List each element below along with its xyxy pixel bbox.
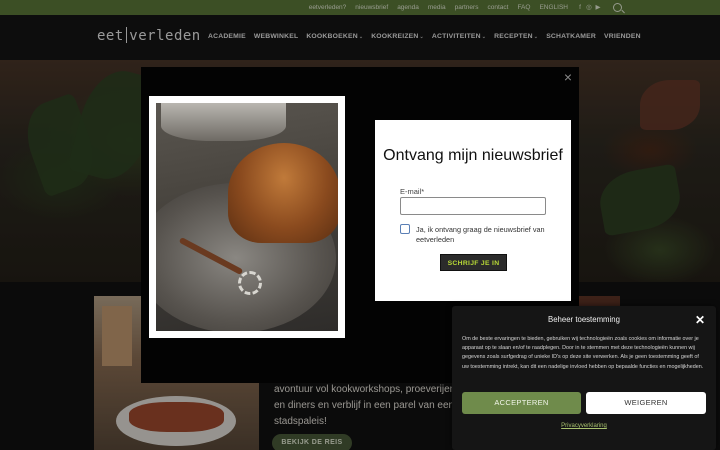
page: eetverleden? nieuwsbrief agenda media pa… [0,0,720,450]
email-label: E-mail* [400,187,425,196]
privacy-link[interactable]: Privacyverklaring [452,423,716,429]
pie-photo [156,103,338,331]
photo-pie [228,143,338,243]
deny-button[interactable]: WEIGEREN [586,392,706,414]
close-icon[interactable]: ✕ [695,313,705,327]
photo-pot [161,103,286,141]
newsletter-form: Ontvang mijn nieuwsbrief E-mail* Ja, ik … [375,120,571,301]
photo-cutter-wheel [238,271,262,295]
checkbox-label[interactable]: Ja, ik ontvang graag de nieuwsbrief van … [416,225,556,245]
modal-photo-frame [149,96,345,338]
cookie-text: Om de beste ervaringen te bieden, gebrui… [462,336,704,370]
accept-button[interactable]: ACCEPTEREN [462,392,581,414]
subscribe-button[interactable]: SCHRIJF JE IN [440,254,507,271]
newsletter-checkbox[interactable] [400,224,410,234]
cookie-consent-panel: Beheer toestemming ✕ Om de beste ervarin… [452,306,716,450]
close-icon[interactable]: × [562,70,574,84]
cookie-title: Beheer toestemming [548,315,620,324]
form-title: Ontvang mijn nieuwsbrief [383,147,563,164]
email-field[interactable] [400,197,546,215]
